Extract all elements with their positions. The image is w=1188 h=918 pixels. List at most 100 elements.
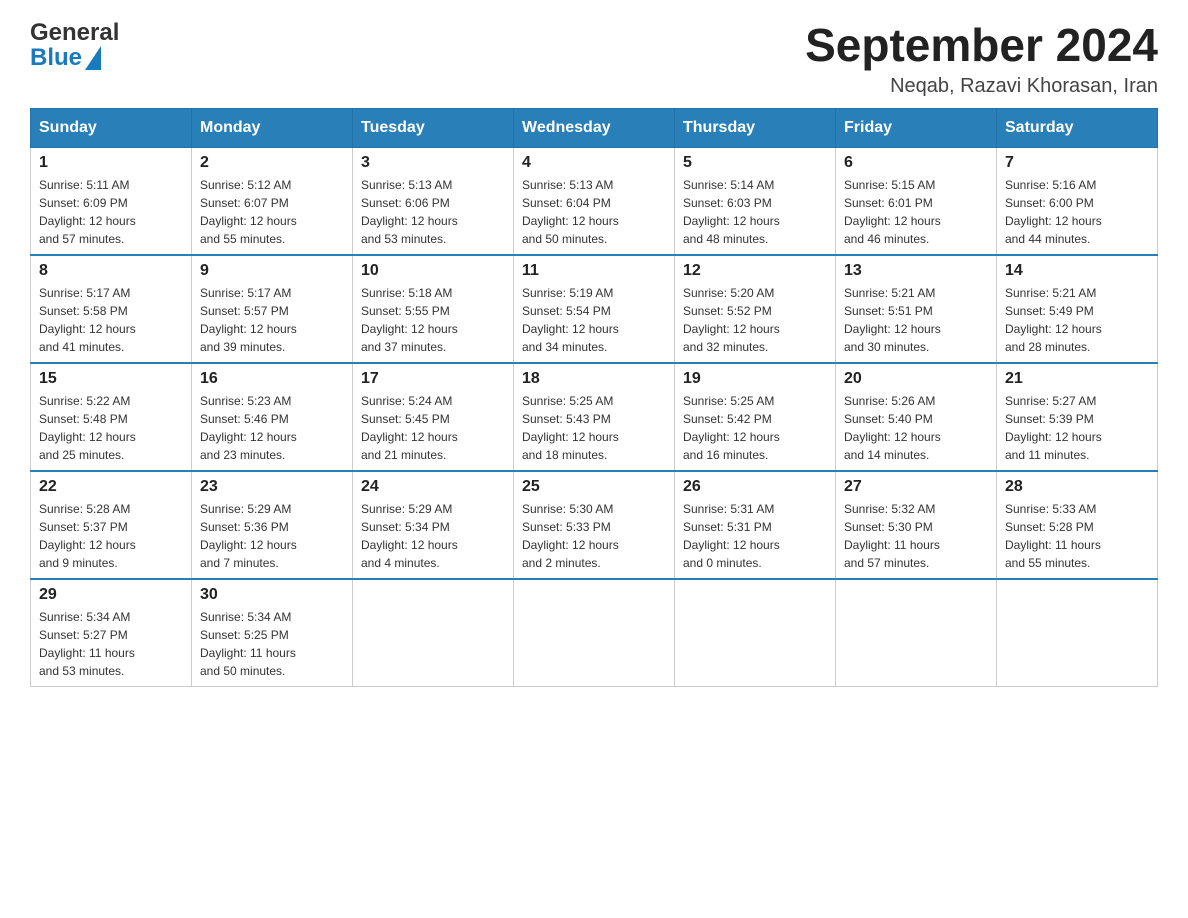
day-number: 4 bbox=[522, 154, 666, 172]
weekday-header-row: SundayMondayTuesdayWednesdayThursdayFrid… bbox=[31, 108, 1158, 147]
day-info: Sunrise: 5:32 AMSunset: 5:30 PMDaylight:… bbox=[844, 500, 988, 572]
day-info: Sunrise: 5:18 AMSunset: 5:55 PMDaylight:… bbox=[361, 284, 505, 356]
calendar-cell bbox=[997, 579, 1158, 687]
calendar-cell: 8Sunrise: 5:17 AMSunset: 5:58 PMDaylight… bbox=[31, 255, 192, 363]
day-info: Sunrise: 5:29 AMSunset: 5:36 PMDaylight:… bbox=[200, 500, 344, 572]
logo: General Blue bbox=[30, 20, 119, 70]
calendar-cell bbox=[353, 579, 514, 687]
calendar-cell: 22 Sunrise: 5:28 AMSunset: 5:37 PMDayligh… bbox=[31, 471, 192, 579]
day-number: 21 bbox=[1005, 370, 1149, 388]
calendar-week-row: 1Sunrise: 5:11 AMSunset: 6:09 PMDaylight… bbox=[31, 147, 1158, 255]
calendar-cell: 23 Sunrise: 5:29 AMSunset: 5:36 PMDayligh… bbox=[192, 471, 353, 579]
calendar-cell: 28Sunrise: 5:33 AMSunset: 5:28 PMDayligh… bbox=[997, 471, 1158, 579]
day-info: Sunrise: 5:17 AMSunset: 5:57 PMDaylight:… bbox=[200, 284, 344, 356]
logo-general: General bbox=[30, 20, 119, 46]
calendar-week-row: 29 Sunrise: 5:34 AMSunset: 5:27 PMDayligh… bbox=[31, 579, 1158, 687]
logo-blue: Blue bbox=[30, 46, 82, 70]
calendar-cell: 19 Sunrise: 5:25 AMSunset: 5:42 PMDayligh… bbox=[675, 363, 836, 471]
day-number: 12 bbox=[683, 262, 827, 280]
calendar-cell: 5 Sunrise: 5:14 AMSunset: 6:03 PMDaylight… bbox=[675, 147, 836, 255]
day-number: 23 bbox=[200, 478, 344, 496]
day-info: Sunrise: 5:31 AMSunset: 5:31 PMDaylight:… bbox=[683, 500, 827, 572]
day-number: 18 bbox=[522, 370, 666, 388]
day-info: Sunrise: 5:27 AMSunset: 5:39 PMDaylight:… bbox=[1005, 392, 1149, 464]
day-info: Sunrise: 5:19 AMSunset: 5:54 PMDaylight:… bbox=[522, 284, 666, 356]
day-number: 17 bbox=[361, 370, 505, 388]
day-info: Sunrise: 5:34 AMSunset: 5:27 PMDaylight:… bbox=[39, 608, 183, 680]
day-number: 13 bbox=[844, 262, 988, 280]
day-number: 9 bbox=[200, 262, 344, 280]
day-number: 30 bbox=[200, 586, 344, 604]
day-number: 11 bbox=[522, 262, 666, 280]
calendar-cell: 17 Sunrise: 5:24 AMSunset: 5:45 PMDayligh… bbox=[353, 363, 514, 471]
day-number: 22 bbox=[39, 478, 183, 496]
calendar-cell: 29 Sunrise: 5:34 AMSunset: 5:27 PMDayligh… bbox=[31, 579, 192, 687]
calendar-title: September 2024 bbox=[805, 20, 1158, 71]
day-info: Sunrise: 5:11 AMSunset: 6:09 PMDaylight:… bbox=[39, 176, 183, 248]
day-info: Sunrise: 5:25 AMSunset: 5:42 PMDaylight:… bbox=[683, 392, 827, 464]
calendar-table: SundayMondayTuesdayWednesdayThursdayFrid… bbox=[30, 108, 1158, 687]
title-block: September 2024 Neqab, Razavi Khorasan, I… bbox=[805, 20, 1158, 98]
calendar-week-row: 22 Sunrise: 5:28 AMSunset: 5:37 PMDayligh… bbox=[31, 471, 1158, 579]
day-number: 29 bbox=[39, 586, 183, 604]
calendar-cell: 1Sunrise: 5:11 AMSunset: 6:09 PMDaylight… bbox=[31, 147, 192, 255]
day-number: 10 bbox=[361, 262, 505, 280]
day-number: 6 bbox=[844, 154, 988, 172]
day-info: Sunrise: 5:13 AMSunset: 6:06 PMDaylight:… bbox=[361, 176, 505, 248]
calendar-cell: 14 Sunrise: 5:21 AMSunset: 5:49 PMDayligh… bbox=[997, 255, 1158, 363]
day-number: 2 bbox=[200, 154, 344, 172]
weekday-header-monday: Monday bbox=[192, 108, 353, 147]
day-info: Sunrise: 5:22 AMSunset: 5:48 PMDaylight:… bbox=[39, 392, 183, 464]
day-number: 24 bbox=[361, 478, 505, 496]
weekday-header-thursday: Thursday bbox=[675, 108, 836, 147]
day-number: 5 bbox=[683, 154, 827, 172]
day-info: Sunrise: 5:24 AMSunset: 5:45 PMDaylight:… bbox=[361, 392, 505, 464]
day-number: 14 bbox=[1005, 262, 1149, 280]
calendar-cell: 3 Sunrise: 5:13 AMSunset: 6:06 PMDaylight… bbox=[353, 147, 514, 255]
day-number: 16 bbox=[200, 370, 344, 388]
day-info: Sunrise: 5:20 AMSunset: 5:52 PMDaylight:… bbox=[683, 284, 827, 356]
calendar-cell bbox=[836, 579, 997, 687]
day-number: 8 bbox=[39, 262, 183, 280]
calendar-week-row: 8Sunrise: 5:17 AMSunset: 5:58 PMDaylight… bbox=[31, 255, 1158, 363]
day-number: 20 bbox=[844, 370, 988, 388]
day-info: Sunrise: 5:13 AMSunset: 6:04 PMDaylight:… bbox=[522, 176, 666, 248]
calendar-cell: 7Sunrise: 5:16 AMSunset: 6:00 PMDaylight… bbox=[997, 147, 1158, 255]
day-info: Sunrise: 5:34 AMSunset: 5:25 PMDaylight:… bbox=[200, 608, 344, 680]
calendar-cell: 26Sunrise: 5:31 AMSunset: 5:31 PMDayligh… bbox=[675, 471, 836, 579]
calendar-cell: 25 Sunrise: 5:30 AMSunset: 5:33 PMDayligh… bbox=[514, 471, 675, 579]
day-number: 7 bbox=[1005, 154, 1149, 172]
day-number: 19 bbox=[683, 370, 827, 388]
day-info: Sunrise: 5:26 AMSunset: 5:40 PMDaylight:… bbox=[844, 392, 988, 464]
calendar-cell: 30 Sunrise: 5:34 AMSunset: 5:25 PMDayligh… bbox=[192, 579, 353, 687]
calendar-cell: 6 Sunrise: 5:15 AMSunset: 6:01 PMDaylight… bbox=[836, 147, 997, 255]
day-number: 3 bbox=[361, 154, 505, 172]
calendar-cell: 9 Sunrise: 5:17 AMSunset: 5:57 PMDaylight… bbox=[192, 255, 353, 363]
calendar-cell: 10 Sunrise: 5:18 AMSunset: 5:55 PMDayligh… bbox=[353, 255, 514, 363]
weekday-header-friday: Friday bbox=[836, 108, 997, 147]
day-info: Sunrise: 5:21 AMSunset: 5:51 PMDaylight:… bbox=[844, 284, 988, 356]
calendar-week-row: 15Sunrise: 5:22 AMSunset: 5:48 PMDayligh… bbox=[31, 363, 1158, 471]
day-info: Sunrise: 5:14 AMSunset: 6:03 PMDaylight:… bbox=[683, 176, 827, 248]
day-number: 25 bbox=[522, 478, 666, 496]
weekday-header-tuesday: Tuesday bbox=[353, 108, 514, 147]
day-number: 27 bbox=[844, 478, 988, 496]
calendar-cell: 27 Sunrise: 5:32 AMSunset: 5:30 PMDayligh… bbox=[836, 471, 997, 579]
page-header: General Blue September 2024 Neqab, Razav… bbox=[30, 20, 1158, 98]
day-info: Sunrise: 5:30 AMSunset: 5:33 PMDaylight:… bbox=[522, 500, 666, 572]
weekday-header-sunday: Sunday bbox=[31, 108, 192, 147]
calendar-cell: 2Sunrise: 5:12 AMSunset: 6:07 PMDaylight… bbox=[192, 147, 353, 255]
calendar-cell: 15Sunrise: 5:22 AMSunset: 5:48 PMDayligh… bbox=[31, 363, 192, 471]
day-info: Sunrise: 5:23 AMSunset: 5:46 PMDaylight:… bbox=[200, 392, 344, 464]
calendar-cell: 12 Sunrise: 5:20 AMSunset: 5:52 PMDayligh… bbox=[675, 255, 836, 363]
calendar-cell bbox=[514, 579, 675, 687]
day-info: Sunrise: 5:15 AMSunset: 6:01 PMDaylight:… bbox=[844, 176, 988, 248]
calendar-cell: 11 Sunrise: 5:19 AMSunset: 5:54 PMDayligh… bbox=[514, 255, 675, 363]
day-info: Sunrise: 5:25 AMSunset: 5:43 PMDaylight:… bbox=[522, 392, 666, 464]
day-number: 28 bbox=[1005, 478, 1149, 496]
calendar-cell: 13 Sunrise: 5:21 AMSunset: 5:51 PMDayligh… bbox=[836, 255, 997, 363]
calendar-cell: 16 Sunrise: 5:23 AMSunset: 5:46 PMDayligh… bbox=[192, 363, 353, 471]
day-info: Sunrise: 5:28 AMSunset: 5:37 PMDaylight:… bbox=[39, 500, 183, 572]
day-info: Sunrise: 5:21 AMSunset: 5:49 PMDaylight:… bbox=[1005, 284, 1149, 356]
weekday-header-saturday: Saturday bbox=[997, 108, 1158, 147]
